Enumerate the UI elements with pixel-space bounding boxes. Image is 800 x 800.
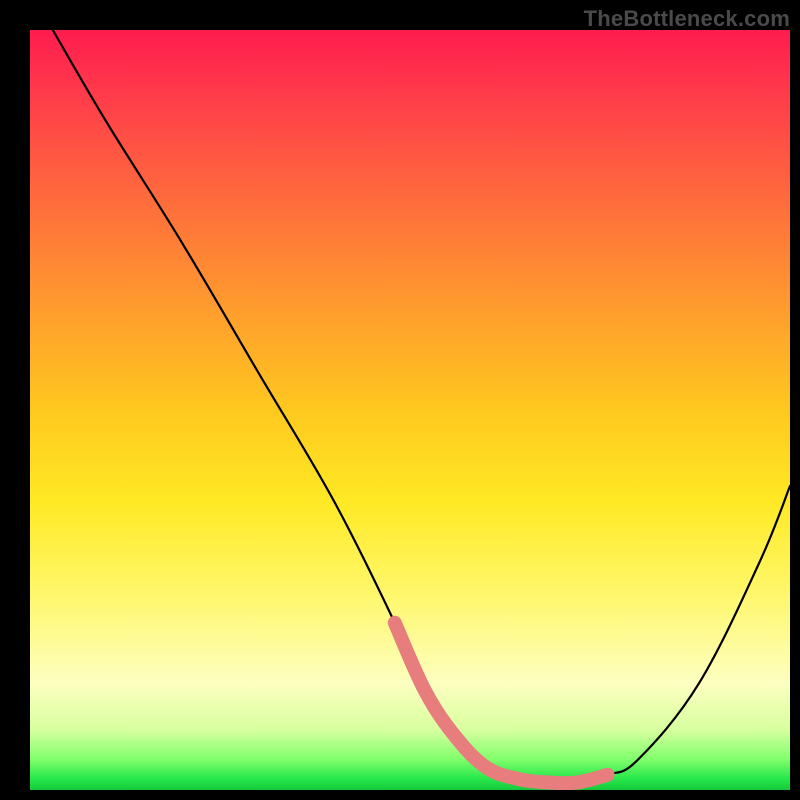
watermark-text: TheBottleneck.com — [584, 6, 790, 32]
plot-area — [30, 30, 790, 790]
bottleneck-curve-highlight — [395, 623, 608, 783]
chart-frame: TheBottleneck.com — [0, 0, 800, 800]
curve-layer — [30, 30, 790, 790]
